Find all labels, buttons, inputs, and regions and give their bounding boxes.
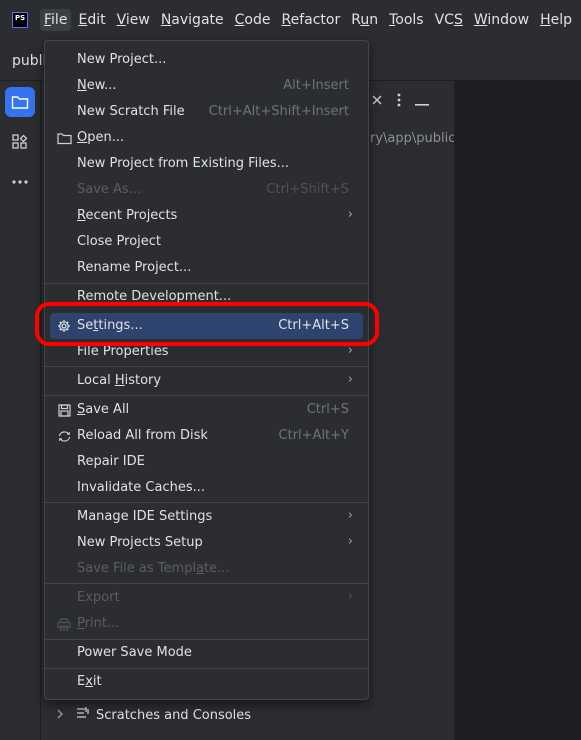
menu-separator — [45, 502, 368, 503]
menu-item-save-as: Save As... Ctrl+Shift+S — [77, 182, 349, 197]
panel-divider — [454, 81, 455, 740]
menu-item-new-scratch-file[interactable]: New Scratch File Ctrl+Alt+Shift+Insert — [50, 99, 363, 125]
project-root-path: ry\app\public — [370, 131, 456, 146]
menu-item-new-project[interactable]: New Project... — [50, 47, 363, 73]
menu-help[interactable]: Help — [536, 9, 576, 31]
shortcut-label: Ctrl+S — [306, 402, 349, 417]
menu-separator — [45, 583, 368, 584]
menu-item-recent-projects[interactable]: Recent Projects › — [50, 203, 363, 229]
menu-item-reload-from-disk[interactable]: Reload All from Disk Ctrl+Alt+Y — [50, 423, 363, 449]
highlight-annotation-ring — [35, 302, 379, 346]
scratches-icon — [76, 706, 90, 724]
menu-window[interactable]: Window — [470, 9, 533, 31]
shortcut-label: Ctrl+Alt+Shift+Insert — [208, 104, 349, 119]
submenu-arrow-icon: › — [347, 508, 353, 523]
submenu-arrow-icon: › — [347, 207, 353, 222]
menu-vcs[interactable]: VCS — [431, 9, 467, 31]
menu-item-save-file-as-template: Save File as Template... — [77, 561, 230, 576]
menu-item-new[interactable]: New... Alt+Insert — [50, 73, 363, 99]
menu-item-invalidate-caches[interactable]: Invalidate Caches... — [50, 475, 363, 501]
save-icon — [56, 402, 72, 418]
menu-run[interactable]: Run — [347, 9, 382, 31]
menu-item-rename-project[interactable]: Rename Project... — [50, 255, 363, 281]
close-icon[interactable] — [371, 94, 383, 110]
menu-item-new-projects-setup[interactable]: New Projects Setup › — [50, 530, 363, 556]
more-tools-icon[interactable] — [5, 167, 35, 197]
tool-window-stripe — [0, 40, 41, 740]
minimize-icon[interactable] — [415, 95, 429, 110]
menu-item-exit[interactable]: Exit — [50, 669, 363, 695]
options-kebab-icon[interactable] — [397, 93, 401, 111]
menu-code[interactable]: Code — [231, 9, 275, 31]
project-panel-toolbar — [371, 93, 429, 111]
menu-item-repair-ide[interactable]: Repair IDE — [50, 449, 363, 475]
menu-item-save-all[interactable]: Save All Ctrl+S — [50, 397, 363, 423]
menu-file[interactable]: File — [40, 9, 72, 31]
menu-refactor[interactable]: Refactor — [277, 9, 344, 31]
menu-item-print: Print... — [50, 611, 363, 637]
structure-icon[interactable] — [5, 127, 35, 157]
scratches-label: Scratches and Consoles — [96, 707, 252, 723]
menu-item-export: Export › — [77, 589, 353, 605]
menu-edit[interactable]: Edit — [74, 9, 109, 31]
submenu-arrow-icon: › — [347, 372, 353, 387]
scratches-and-consoles-node[interactable]: Scratches and Consoles — [56, 706, 251, 724]
menu-separator — [45, 366, 368, 367]
reload-icon — [56, 428, 72, 444]
main-menu-bar: PS File Edit View Navigate Code Refactor… — [0, 0, 581, 40]
menu-item-close-project[interactable]: Close Project — [50, 229, 363, 255]
submenu-arrow-icon: › — [347, 534, 353, 549]
project-folder-icon[interactable] — [5, 87, 35, 117]
phpstorm-logo-icon[interactable]: PS — [12, 12, 28, 28]
shortcut-label: Ctrl+Alt+Y — [278, 428, 349, 443]
file-menu-dropdown: New Project... New... Alt+Insert New Scr… — [44, 40, 369, 700]
menu-item-power-save-mode[interactable]: Power Save Mode — [50, 640, 363, 666]
menu-navigate[interactable]: Navigate — [157, 9, 228, 31]
menu-view[interactable]: View — [113, 9, 154, 31]
chevron-right-icon[interactable] — [56, 708, 64, 723]
menu-item-local-history[interactable]: Local History › — [50, 368, 363, 394]
menu-separator — [45, 395, 368, 396]
menu-item-new-project-from-existing[interactable]: New Project from Existing Files... — [50, 151, 363, 177]
menu-tools[interactable]: Tools — [385, 9, 428, 31]
folder-icon — [56, 130, 72, 146]
menu-item-manage-ide-settings[interactable]: Manage IDE Settings › — [50, 504, 363, 530]
printer-icon — [56, 616, 72, 632]
shortcut-label: Ctrl+Shift+S — [266, 182, 349, 197]
shortcut-label: Alt+Insert — [283, 78, 349, 93]
menu-item-open[interactable]: Open... — [50, 125, 363, 151]
submenu-arrow-icon: › — [347, 589, 353, 604]
